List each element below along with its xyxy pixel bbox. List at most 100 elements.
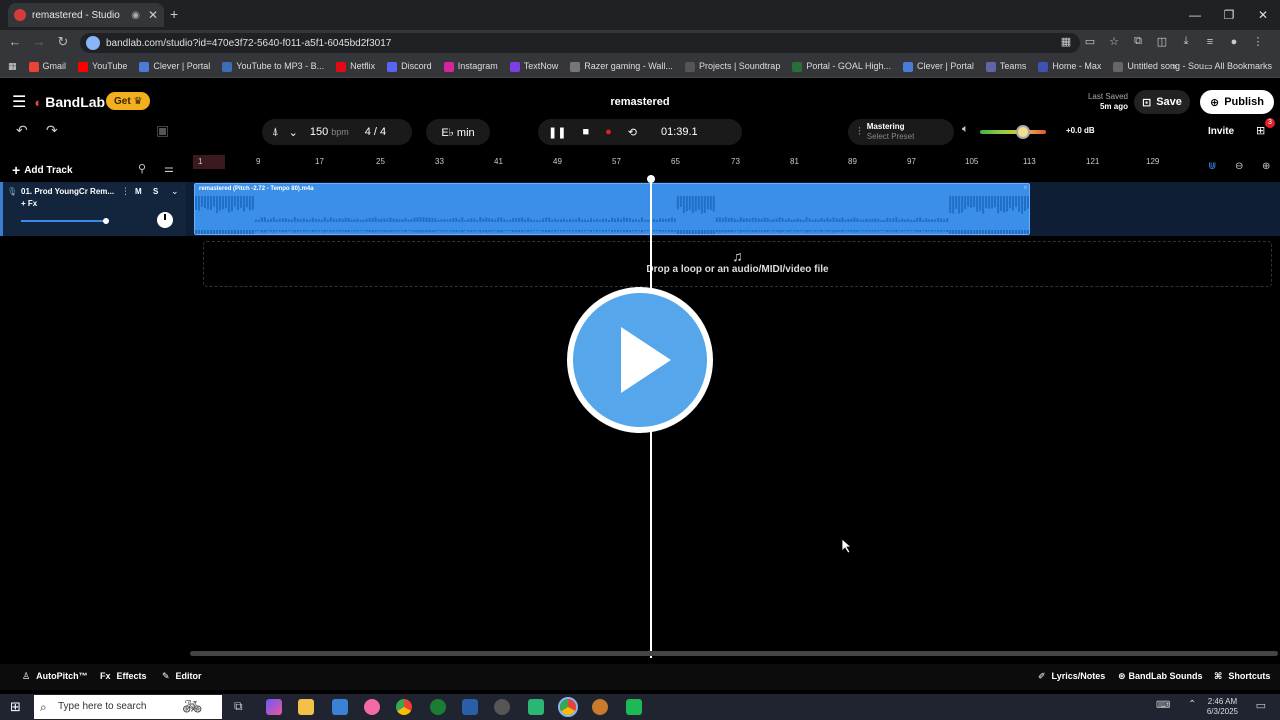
bookmark-clever-2[interactable]: Clever | Portal	[903, 61, 974, 72]
bookmark-yt-mp3[interactable]: YouTube to MP3 - B...	[222, 61, 324, 72]
undo-icon[interactable]: ↶	[16, 122, 28, 139]
xbox-icon[interactable]	[430, 699, 446, 715]
add-track-button[interactable]: + Add Track	[12, 162, 73, 178]
zoom-in-icon[interactable]: ⊕	[1262, 161, 1270, 172]
magic-wand-icon[interactable]: ⚲	[138, 162, 146, 175]
tray-chevron-icon[interactable]: ⌃	[1188, 699, 1196, 710]
publish-button[interactable]: ⊕ Publish	[1200, 90, 1274, 114]
bookmark-gmail[interactable]: Gmail	[28, 61, 66, 72]
track-header[interactable]: 🎙︎ 01. Prod YoungCr Rem... ⋮ M S ⌄ + Fx	[0, 182, 186, 236]
shortcuts-button[interactable]: ⌘ Shortcuts	[1214, 671, 1270, 682]
metronome-icon[interactable]: ⍋	[272, 126, 279, 139]
app-green-icon[interactable]	[528, 699, 544, 715]
bookmark-razer[interactable]: Razer gaming - Wall...	[570, 61, 673, 72]
effects-button[interactable]: Fx Effects	[100, 671, 147, 681]
add-fx-button[interactable]: + Fx	[21, 199, 37, 208]
track-menu-icon[interactable]: ⋮	[121, 186, 130, 197]
expand-track-icon[interactable]: ⌄	[171, 186, 179, 197]
audio-clip[interactable]: remastered (Pitch -2.72 - Tempo 80).m4a …	[194, 183, 1030, 235]
loop-icon[interactable]: ⟲	[628, 126, 637, 139]
bookmark-clever[interactable]: Clever | Portal	[139, 61, 210, 72]
bookmark-youtube[interactable]: YouTube	[78, 61, 127, 72]
chrome-icon[interactable]	[396, 699, 412, 715]
app-android-icon[interactable]	[626, 699, 642, 715]
taskbar-clock[interactable]: 2:46 AM 6/3/2025	[1207, 697, 1238, 717]
bookmark-discord[interactable]: Discord	[387, 61, 432, 72]
mute-button[interactable]: M	[135, 187, 142, 196]
bookmark-teams[interactable]: Teams	[985, 61, 1026, 72]
record-icon[interactable]: ●	[605, 126, 612, 138]
copilot-icon[interactable]	[266, 699, 282, 715]
keyboard-icon[interactable]: ⌨	[1156, 700, 1170, 711]
bookmark-soundtrap[interactable]: Projects | Soundtrap	[684, 61, 780, 72]
all-bookmarks[interactable]: ▭ All Bookmarks	[1204, 61, 1272, 72]
track-volume-knob[interactable]	[103, 218, 109, 224]
profile-avatar[interactable]: ●	[1222, 36, 1246, 48]
extensions-icon[interactable]: ▦	[1054, 35, 1078, 48]
new-tab-icon[interactable]: +	[170, 6, 178, 22]
app-orange-icon[interactable]	[592, 699, 608, 715]
back-icon[interactable]: ←	[6, 34, 24, 49]
menu-icon[interactable]: ⋮	[1246, 35, 1270, 48]
key-selector[interactable]: E♭ min	[426, 119, 490, 145]
forward-icon[interactable]: →	[30, 34, 48, 49]
save-button[interactable]: ⊡ Save	[1134, 90, 1190, 114]
restore-icon[interactable]: ❐	[1212, 8, 1246, 22]
windows-start-icon[interactable]: ⊞	[10, 699, 21, 715]
track-settings-icon[interactable]: ⚌	[164, 162, 174, 175]
drop-zone[interactable]: ♫ Drop a loop or an audio/MIDI/video fil…	[203, 241, 1272, 287]
minimize-icon[interactable]: —	[1178, 8, 1212, 22]
loop-region-icon[interactable]: ▣	[156, 122, 169, 139]
lyrics-notes-button[interactable]: ✐ Lyrics/Notes	[1038, 671, 1105, 682]
metronome-dropdown-icon[interactable]: ⌄	[289, 126, 298, 139]
sidepanel-icon[interactable]: ◫	[1150, 35, 1174, 48]
pause-icon[interactable]: ❚❚	[548, 126, 566, 139]
track-volume-slider[interactable]	[21, 218, 109, 224]
media-icon[interactable]: ≡	[1198, 36, 1222, 48]
store-icon[interactable]	[462, 699, 478, 715]
autopitch-button[interactable]: ♙ AutoPitch™	[22, 671, 88, 682]
timeline-ruler[interactable]: 1 9 17 25 33 41 49 57 65 73 81 89 97 105 113 121 129	[193, 155, 1201, 169]
video-play-overlay[interactable]	[567, 287, 713, 433]
chrome-active-icon[interactable]	[558, 697, 578, 717]
solo-button[interactable]: S	[153, 187, 158, 196]
close-window-icon[interactable]: ✕	[1246, 8, 1280, 22]
bookmark-home-max[interactable]: Home - Max	[1038, 61, 1101, 72]
notifications-icon[interactable]: ▭	[1256, 699, 1266, 712]
mail-icon[interactable]	[332, 699, 348, 715]
close-tab-icon[interactable]: ✕	[148, 8, 158, 22]
playhead-handle[interactable]	[647, 175, 655, 183]
gift-icon[interactable]: ⊞	[1256, 124, 1265, 137]
mastering-selector[interactable]: ⫶ Mastering Select Preset	[848, 119, 954, 145]
url-input[interactable]: bandlab.com/studio?id=470e3f72-5640-f011…	[80, 33, 1080, 53]
clip-loop-handle-icon[interactable]: ○	[1023, 185, 1027, 191]
bookmark-untitled-song[interactable]: Untitled song - Sou...	[1113, 61, 1211, 72]
file-explorer-icon[interactable]	[298, 699, 314, 715]
opera-icon[interactable]	[364, 699, 380, 715]
download-icon[interactable]: ⤓	[1174, 35, 1198, 48]
bookmark-netflix[interactable]: Netflix	[336, 61, 375, 72]
bookmark-instagram[interactable]: Instagram	[443, 61, 498, 72]
horizontal-scrollbar[interactable]	[190, 651, 1278, 656]
browser-tab[interactable]: remastered - Studio ◉ ✕	[8, 3, 164, 27]
mute-speaker-icon[interactable]: 🔈︎	[962, 123, 969, 136]
snap-magnet-icon[interactable]: ⋓	[1208, 161, 1216, 172]
zoom-out-icon[interactable]: ⊖	[1235, 161, 1243, 172]
volume-knob[interactable]	[1016, 125, 1030, 139]
bookmark-goal[interactable]: Portal - GOAL High...	[792, 61, 891, 72]
pan-knob[interactable]	[157, 212, 173, 228]
stop-icon[interactable]: ■	[582, 126, 589, 138]
time-signature[interactable]: 4 / 4	[365, 126, 386, 138]
reload-icon[interactable]: ↻	[54, 34, 72, 50]
bookmark-textnow[interactable]: TextNow	[509, 61, 558, 72]
apps-icon[interactable]: ▦	[8, 61, 17, 72]
bookmark-star-icon[interactable]: ☆	[1102, 35, 1126, 48]
track-name[interactable]: 01. Prod YoungCr Rem...	[21, 187, 117, 196]
clock-app-icon[interactable]	[494, 699, 510, 715]
invite-button[interactable]: Invite	[1208, 126, 1234, 137]
task-view-icon[interactable]: ⧉	[234, 699, 243, 714]
bandlab-sounds-button[interactable]: ⊛ BandLab Sounds	[1118, 671, 1203, 682]
more-bookmarks-icon[interactable]: »	[1172, 61, 1177, 71]
redo-icon[interactable]: ↷	[46, 122, 58, 139]
master-volume-slider[interactable]	[980, 125, 1046, 139]
